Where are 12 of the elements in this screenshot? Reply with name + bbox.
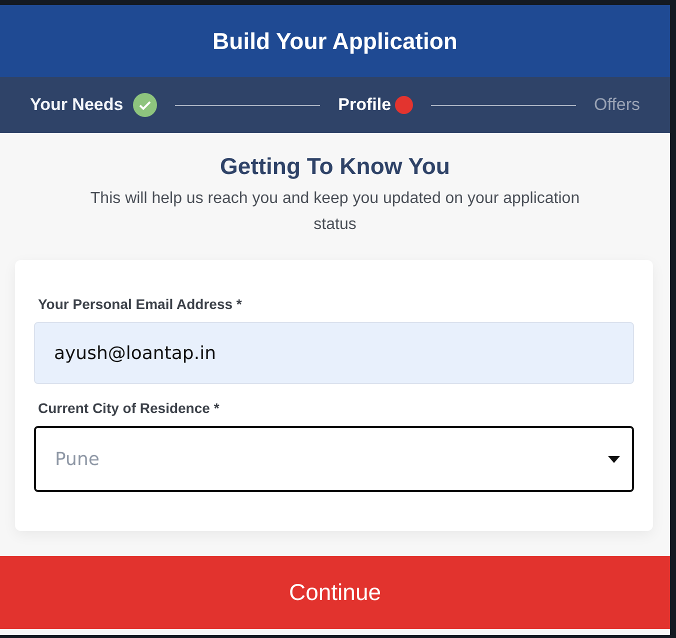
section-subtitle: This will help us reach you and keep you updated on your application status <box>89 189 581 235</box>
city-select[interactable]: Pune <box>34 426 634 492</box>
section-title: Getting To Know You <box>220 153 450 180</box>
step-label: Profile <box>338 95 392 115</box>
step-label: Your Needs <box>30 95 124 115</box>
caret-icon <box>608 456 620 463</box>
page-title: Build Your Application <box>212 28 458 54</box>
step-label: Offers <box>594 95 640 115</box>
email-field[interactable]: ayush@loantap.in <box>34 322 634 384</box>
field-label: Current City of Residence * <box>38 400 220 416</box>
field-label: Your Personal Email Address * <box>38 296 243 312</box>
continue-button[interactable]: Continue <box>0 556 670 629</box>
